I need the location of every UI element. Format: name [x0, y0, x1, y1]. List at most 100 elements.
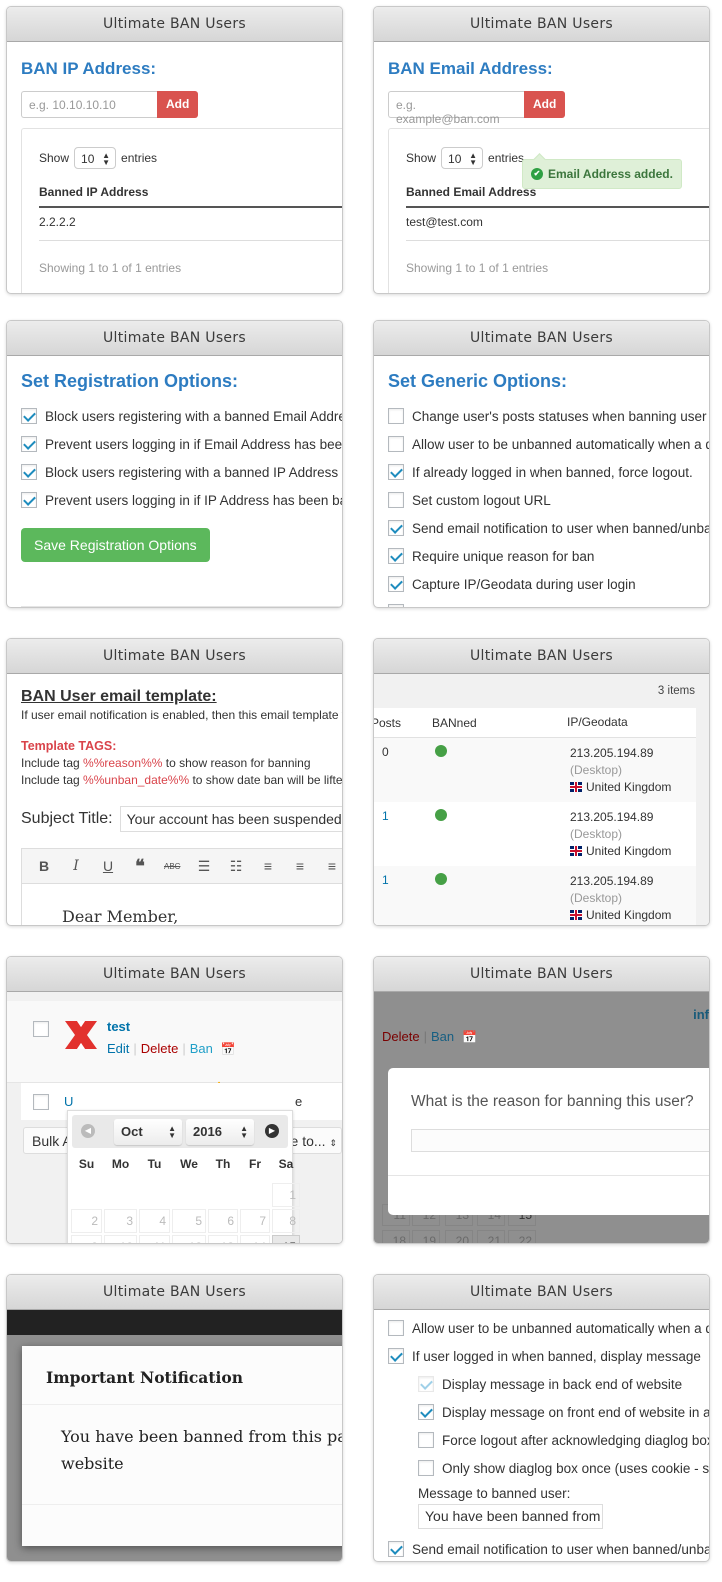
add-email-button[interactable]: Add — [524, 91, 566, 118]
notification-title: Important Notification — [22, 1346, 342, 1405]
subject-label: Subject Title: — [21, 810, 113, 827]
checkbox[interactable] — [388, 492, 404, 508]
entries-select[interactable]: 10 ▲ ▼ — [74, 147, 117, 169]
save-registration-options-button[interactable]: Save Registration Options — [21, 528, 210, 562]
option-block-banned-ip[interactable]: Block users registering with a banned IP… — [21, 458, 342, 486]
calendar-day: 9 — [71, 1235, 102, 1243]
row-checkbox[interactable] — [33, 1021, 49, 1037]
option-auto-unban[interactable]: Allow user to be unbanned automatically … — [388, 1314, 709, 1342]
date-picker: ◀ Oct▲▼ 2016▲▼ ▶ SuMoTuWeThFrSa123456789… — [67, 1110, 300, 1243]
option-capture-geodata[interactable]: Capture IP/Geodata during user login — [388, 570, 709, 598]
delete-link[interactable]: Delete — [382, 1029, 420, 1044]
checkbox[interactable] — [388, 408, 404, 424]
checkbox[interactable] — [388, 520, 404, 536]
checkbox[interactable] — [388, 436, 404, 452]
editor-toolbar: B I U ❝ ABC ☰ ☷ ≡ ≡ ≡ — [22, 849, 342, 884]
bullet-list-icon[interactable]: ☰ — [196, 858, 212, 875]
ban-reason-input[interactable] — [411, 1129, 709, 1152]
check-circle-icon: ✔ — [531, 168, 543, 180]
users-table: Posts BANned IP/Geodata 0 213.205.194.89… — [374, 708, 696, 925]
ip-address-input[interactable]: e.g. 10.10.10.10 — [21, 91, 157, 118]
year-select[interactable]: 2016 ▲ ▼ — [186, 1119, 254, 1145]
checkbox[interactable] — [388, 1348, 404, 1364]
option-frontend-message[interactable]: Display message on front end of website … — [388, 1398, 709, 1426]
option-display-geodata[interactable]: Display IP/Geodata column in users table — [388, 598, 709, 607]
checkbox[interactable] — [21, 464, 37, 480]
option-require-reason[interactable]: Require unique reason for ban — [388, 542, 709, 570]
column-header-geodata[interactable]: IP/Geodata — [567, 714, 696, 731]
prev-month-icon[interactable]: ◀ — [81, 1124, 95, 1138]
table-info: Showing 1 to 1 of 1 entries — [406, 261, 549, 275]
calendar-day[interactable]: 15 — [272, 1235, 300, 1243]
checkbox[interactable] — [21, 492, 37, 508]
month-select[interactable]: Oct ▲ ▼ — [114, 1119, 182, 1145]
window-title: Ultimate BAN Users — [7, 957, 342, 992]
option-display-message[interactable]: If user logged in when banned, display m… — [388, 1342, 709, 1370]
row-checkbox[interactable] — [33, 1094, 49, 1110]
username-link[interactable]: U — [64, 1094, 73, 1109]
registration-options-heading: Set Registration Options: — [21, 371, 239, 391]
checkbox[interactable] — [21, 408, 37, 424]
column-header-posts[interactable]: Posts — [374, 716, 432, 730]
checkbox[interactable] — [388, 548, 404, 564]
window-ban-ip: Ultimate BAN Users BAN IP Address: e.g. … — [6, 6, 343, 294]
strikethrough-icon[interactable]: ABC — [164, 862, 180, 871]
empty-day — [71, 1183, 102, 1207]
option-force-logout-after-dialog[interactable]: Force logout after acknowledging diaglog… — [388, 1426, 709, 1454]
calendar-grid: SuMoTuWeThFrSa12345678910111213141516171… — [71, 1157, 300, 1243]
align-right-icon[interactable]: ≡ — [324, 858, 340, 874]
ban-link[interactable]: Ban — [190, 1041, 213, 1056]
underline-icon[interactable]: U — [100, 858, 116, 874]
checkbox[interactable] — [388, 1541, 404, 1557]
add-ip-button[interactable]: Add — [157, 91, 199, 118]
country: United Kingdom — [570, 843, 696, 860]
next-month-icon[interactable]: ▶ — [265, 1124, 279, 1138]
checkbox[interactable] — [418, 1432, 434, 1448]
option-force-logout[interactable]: If already logged in when banned, force … — [388, 458, 709, 486]
calendar-icon[interactable]: 📅 — [462, 1030, 477, 1044]
blockquote-icon[interactable]: ❝ — [132, 856, 148, 877]
calendar-day: 8 — [272, 1209, 300, 1233]
checkbox[interactable] — [388, 604, 404, 607]
email-template-description: If user email notification is enabled, t… — [21, 708, 342, 722]
delete-link[interactable]: Delete — [141, 1041, 179, 1056]
numbered-list-icon[interactable]: ☷ — [228, 858, 244, 875]
align-center-icon[interactable]: ≡ — [292, 858, 308, 874]
italic-icon[interactable]: I — [68, 858, 84, 874]
posts-count-link[interactable]: 1 — [374, 809, 435, 866]
option-email-notification[interactable]: Send email notification to user when ban… — [388, 1535, 709, 1561]
option-custom-logout-url[interactable]: Set custom logout URL — [388, 486, 709, 514]
option-prevent-login-banned-email[interactable]: Prevent users logging in if Email Addres… — [21, 430, 342, 458]
ban-link[interactable]: Ban — [431, 1029, 454, 1044]
email-address-input[interactable]: e.g. example@ban.com — [388, 91, 524, 126]
posts-count-link[interactable]: 1 — [374, 873, 435, 925]
bold-icon[interactable]: B — [36, 858, 52, 874]
checkbox[interactable] — [418, 1460, 434, 1476]
option-auto-unban[interactable]: Allow user to be unbanned automatically … — [388, 430, 709, 458]
calendar-icon[interactable]: 📅 — [221, 1042, 236, 1056]
column-header-banned-ip[interactable]: Banned IP Address — [39, 185, 342, 208]
edit-link[interactable]: Edit — [107, 1041, 129, 1056]
align-left-icon[interactable]: ≡ — [260, 858, 276, 874]
checkbox[interactable] — [388, 576, 404, 592]
option-email-notification[interactable]: Send email notification to user when ban… — [388, 514, 709, 542]
message-input[interactable]: You have been banned from this part of t… — [418, 1504, 603, 1529]
entries-select[interactable]: 10 ▲ ▼ — [441, 147, 484, 169]
checkbox[interactable] — [388, 1320, 404, 1336]
calendar-day: 7 — [240, 1209, 270, 1233]
option-change-post-status[interactable]: Change user's posts statuses when bannin… — [388, 402, 709, 430]
option-prevent-login-banned-ip[interactable]: Prevent users logging in if IP Address h… — [21, 486, 342, 514]
option-block-banned-email[interactable]: Block users registering with a banned Em… — [21, 402, 342, 430]
subject-input[interactable]: Your account has been suspended — [119, 806, 342, 832]
option-show-dialog-once[interactable]: Only show diaglog box once (uses cookie … — [388, 1454, 709, 1482]
success-toast: ✔ Email Address added. — [522, 159, 682, 189]
weekday-label: Sa — [278, 1157, 294, 1171]
info-link[interactable]: inf — [693, 1007, 709, 1022]
checkbox[interactable] — [418, 1404, 434, 1420]
column-header-banned[interactable]: BANned — [432, 716, 567, 730]
username-link[interactable]: test — [107, 1019, 130, 1034]
email-body-text[interactable]: Dear Member, — [22, 884, 342, 925]
checkbox[interactable] — [21, 436, 37, 452]
message-label: Message to banned user: — [418, 1486, 571, 1501]
checkbox[interactable] — [388, 464, 404, 480]
